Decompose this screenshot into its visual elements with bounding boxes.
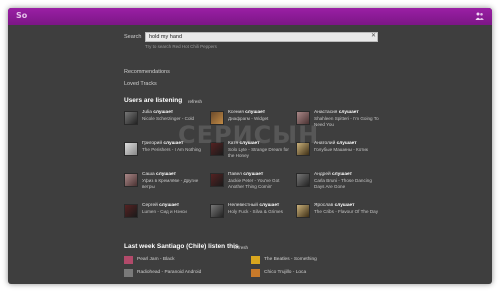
user-card[interactable]: Сергей слушает Lumen - Сид и Нэнси: [124, 203, 208, 225]
search-label: Search: [124, 34, 142, 40]
listening-verb: слушает: [336, 141, 357, 146]
track-text[interactable]: Holy Fuck - Silva & Grimes: [228, 209, 294, 215]
track-text[interactable]: Shahleen Spitteri - I'm Going To Need Yo…: [314, 116, 380, 128]
album-art: [251, 269, 260, 277]
track-text[interactable]: Голубые Машины - Котик: [314, 147, 380, 153]
track-text[interactable]: Уфиз в Кремлёве - Другие ветры: [142, 178, 208, 190]
listening-verb: слушает: [153, 110, 174, 115]
listening-verb: слушает: [338, 110, 359, 115]
listening-refresh-link[interactable]: refresh: [188, 99, 202, 104]
listening-verb: слушает: [245, 110, 266, 115]
local-chart-title: Last week Santiago (Chile) listen this: [124, 243, 239, 250]
user-card[interactable]: Андрей слушает Carla Bruni - Those Danci…: [296, 172, 380, 194]
user-card[interactable]: Саша слушает Уфиз в Кремлёве - Другие ве…: [124, 172, 208, 194]
avatar[interactable]: [296, 173, 310, 187]
listening-verb: слушает: [243, 172, 264, 177]
track-text[interactable]: The Beatles - Something: [264, 257, 317, 262]
list-item[interactable]: Pearl Jam - Black: [124, 255, 244, 265]
clear-icon[interactable]: ✕: [371, 32, 376, 39]
track-text[interactable]: Carla Bruni - Those Dancing Days Are Gon…: [314, 178, 380, 190]
top-bar: So: [8, 8, 492, 25]
user-name[interactable]: Julia: [142, 110, 152, 115]
user-card[interactable]: Павел слушает Jackie Peter - You've Got …: [210, 172, 294, 194]
track-text[interactable]: Chico Trujillo - Loca: [264, 270, 306, 275]
people-icon[interactable]: [475, 12, 484, 20]
avatar[interactable]: [124, 173, 138, 187]
app-logo[interactable]: So: [16, 11, 27, 20]
avatar[interactable]: [124, 204, 138, 218]
user-card[interactable]: Ярослав слушает The Cribs - Flavour Of T…: [296, 203, 380, 225]
search-hint: Try to search Red Hot Chili Peppers: [145, 44, 217, 49]
user-card[interactable]: Нелевестный слушает Holy Fuck - Silva & …: [210, 203, 294, 225]
user-name[interactable]: Анастасия: [314, 110, 337, 115]
listening-title: Users are listening: [124, 97, 183, 104]
listening-verb: слушает: [156, 172, 176, 177]
avatar[interactable]: [210, 204, 224, 218]
album-art: [124, 269, 133, 277]
watermark: СЕРИСЫН: [178, 121, 320, 149]
search-input[interactable]: hold my hand: [145, 32, 378, 42]
nav-recommendations[interactable]: Recommendations: [124, 69, 170, 75]
track-text[interactable]: Lumen - Сид и Нэнси: [142, 209, 208, 215]
avatar[interactable]: [124, 142, 138, 156]
list-item[interactable]: The Beatles - Something: [251, 255, 371, 265]
local-refresh-link[interactable]: refresh: [234, 245, 248, 250]
track-text[interactable]: The Cribs - Flavour Of The Day: [314, 209, 380, 215]
track-text[interactable]: Jackie Peter - You've Got Another Thing …: [228, 178, 294, 190]
user-name[interactable]: Андрей: [314, 172, 331, 177]
user-name[interactable]: Саша: [142, 172, 155, 177]
album-art: [124, 256, 133, 264]
listening-verb: слушает: [259, 203, 280, 208]
listening-verb: слушает: [334, 203, 355, 208]
user-name[interactable]: Сергей: [142, 203, 158, 208]
user-name[interactable]: Нелевестный: [228, 203, 258, 208]
nav-loved-tracks[interactable]: Loved Tracks: [124, 81, 157, 87]
avatar[interactable]: [296, 204, 310, 218]
user-name[interactable]: Павел: [228, 172, 242, 177]
avatar[interactable]: [124, 111, 138, 125]
avatar[interactable]: [210, 173, 224, 187]
track-text[interactable]: Radiohead - Paranoid Android: [137, 270, 201, 275]
user-name[interactable]: Ярослав: [314, 203, 333, 208]
listening-verb: слушает: [159, 203, 180, 208]
album-art: [251, 256, 260, 264]
user-name[interactable]: Ксения: [228, 110, 244, 115]
app-window: So Search hold my hand ✕ Try to search R…: [8, 8, 492, 284]
user-name[interactable]: Григорий: [142, 141, 162, 146]
listening-verb: слушает: [332, 172, 352, 177]
list-item[interactable]: Chico Trujillo - Loca: [251, 268, 371, 278]
list-item[interactable]: Radiohead - Paranoid Android: [124, 268, 244, 278]
track-text[interactable]: Pearl Jam - Black: [137, 257, 175, 262]
